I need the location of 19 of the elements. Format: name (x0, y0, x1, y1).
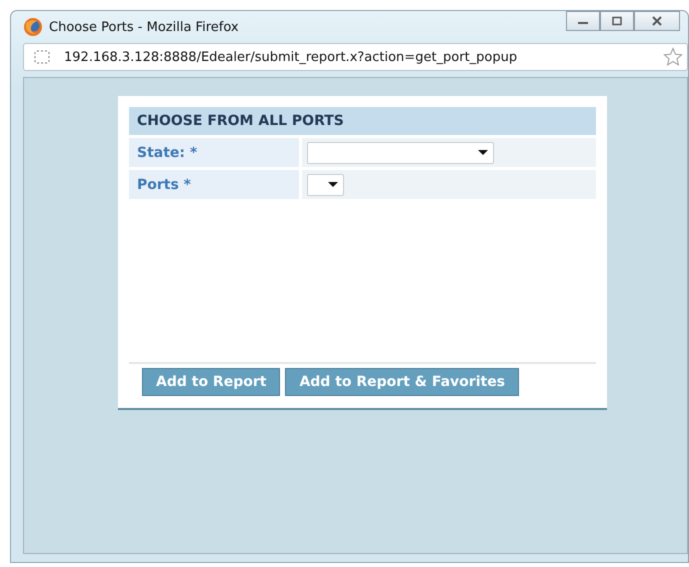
url-text: 192.168.3.128:8888/Edealer/submit_report.x?action=get_port_popup (64, 50, 518, 64)
form-heading: CHOOSE FROM ALL PORTS (129, 107, 596, 135)
page-icon (34, 50, 50, 64)
close-icon (650, 16, 664, 26)
globe-icon (23, 17, 43, 37)
caret-icon (328, 182, 338, 187)
address-bar[interactable]: 192.168.3.128:8888/Edealer/submit_report.x?action=get_port_popup (23, 43, 688, 71)
minimize-button[interactable] (566, 11, 600, 31)
maximize-button[interactable] (600, 11, 634, 31)
close-button[interactable] (634, 11, 680, 31)
field-label: State: * (129, 138, 299, 167)
field-label: Ports * (129, 170, 299, 199)
dropdown[interactable] (307, 174, 344, 196)
star-icon[interactable] (663, 47, 683, 67)
window-title: Choose Ports - Mozilla Firefox (49, 20, 239, 34)
action-button[interactable]: Add to Report (142, 368, 280, 396)
caret-icon (478, 150, 488, 155)
maximize-icon (610, 16, 624, 26)
action-button[interactable]: Add to Report & Favorites (285, 368, 520, 396)
